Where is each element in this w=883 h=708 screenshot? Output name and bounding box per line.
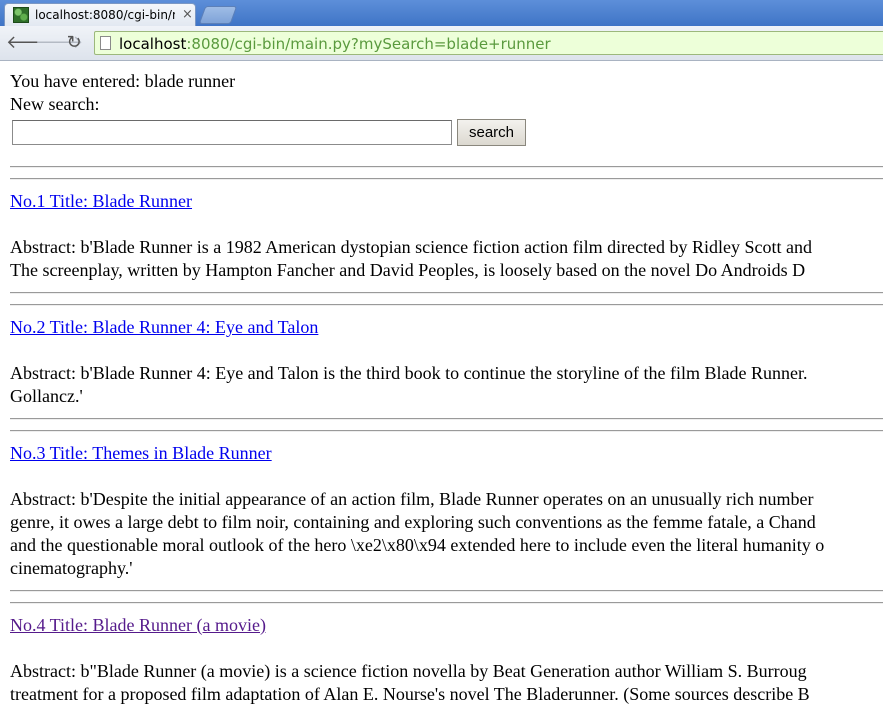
tab-strip: localhost:8080/cgi-bin/m × — [0, 0, 883, 26]
search-button[interactable]: search — [457, 119, 526, 146]
forward-arrow-icon[interactable]: 🡒 — [35, 33, 83, 53]
new-search-label: New search: — [10, 94, 100, 114]
result-abstract-line: The screenplay, written by Hampton Fanch… — [10, 260, 806, 280]
reload-icon[interactable]: ↻ — [64, 33, 84, 53]
divider — [10, 292, 883, 294]
result-title: No.1 Title: Blade Runner — [10, 190, 192, 212]
result-title: No.2 Title: Blade Runner 4: Eye and Talo… — [10, 316, 318, 338]
result-link-3[interactable]: No.3 Title: Themes in Blade Runner — [10, 443, 272, 463]
page-icon — [100, 36, 111, 50]
divider — [10, 304, 883, 306]
divider — [10, 166, 883, 168]
result-title: No.3 Title: Themes in Blade Runner — [10, 442, 272, 464]
result-abstract-line: Abstract: b'Blade Runner 4: Eye and Talo… — [10, 363, 808, 383]
result-abstract-line: and the questionable moral outlook of th… — [10, 535, 825, 555]
result-title: No.4 Title: Blade Runner (a movie) — [10, 614, 266, 636]
favicon-icon — [13, 7, 29, 23]
result-link-4[interactable]: No.4 Title: Blade Runner (a movie) — [10, 615, 266, 635]
divider — [10, 590, 883, 592]
divider — [10, 602, 883, 604]
url-text: localhost:8080/cgi-bin/main.py?mySearch=… — [119, 34, 551, 54]
result-link-1[interactable]: No.1 Title: Blade Runner — [10, 191, 192, 211]
result-abstract-line: Abstract: b"Blade Runner (a movie) is a … — [10, 661, 807, 681]
divider — [10, 430, 883, 432]
back-arrow-icon[interactable]: 🡐 — [6, 33, 54, 53]
search-input[interactable] — [12, 120, 452, 145]
result-abstract-line: cinematography.' — [10, 558, 133, 578]
tab-title: localhost:8080/cgi-bin/m — [35, 8, 175, 22]
page-content: You have entered: blade runner New searc… — [0, 61, 883, 708]
result-abstract-line: Abstract: b'Despite the initial appearan… — [10, 489, 814, 509]
divider — [10, 178, 883, 180]
result-abstract-line: genre, it owes a large debt to film noir… — [10, 512, 816, 532]
result-link-2[interactable]: No.2 Title: Blade Runner 4: Eye and Talo… — [10, 317, 318, 337]
result-abstract-line: Gollancz.' — [10, 386, 83, 406]
browser-chrome: localhost:8080/cgi-bin/m × 🡐 🡒 ↻ localho… — [0, 0, 883, 61]
browser-toolbar: 🡐 🡒 ↻ localhost:8080/cgi-bin/main.py?myS… — [0, 26, 883, 61]
url-path: :8080/cgi-bin/main.py?mySearch=blade+run… — [186, 35, 551, 53]
browser-tab[interactable]: localhost:8080/cgi-bin/m × — [4, 3, 196, 26]
result-abstract-line: Abstract: b'Blade Runner is a 1982 Ameri… — [10, 237, 813, 257]
divider — [10, 418, 883, 420]
result-abstract-line: treatment for a proposed film adaptation… — [10, 684, 810, 704]
entered-text: You have entered: blade runner — [10, 71, 236, 91]
close-tab-icon[interactable]: × — [181, 7, 194, 22]
address-bar[interactable]: localhost:8080/cgi-bin/main.py?mySearch=… — [94, 31, 883, 55]
new-tab-button[interactable] — [198, 6, 238, 24]
url-host: localhost — [119, 35, 187, 53]
